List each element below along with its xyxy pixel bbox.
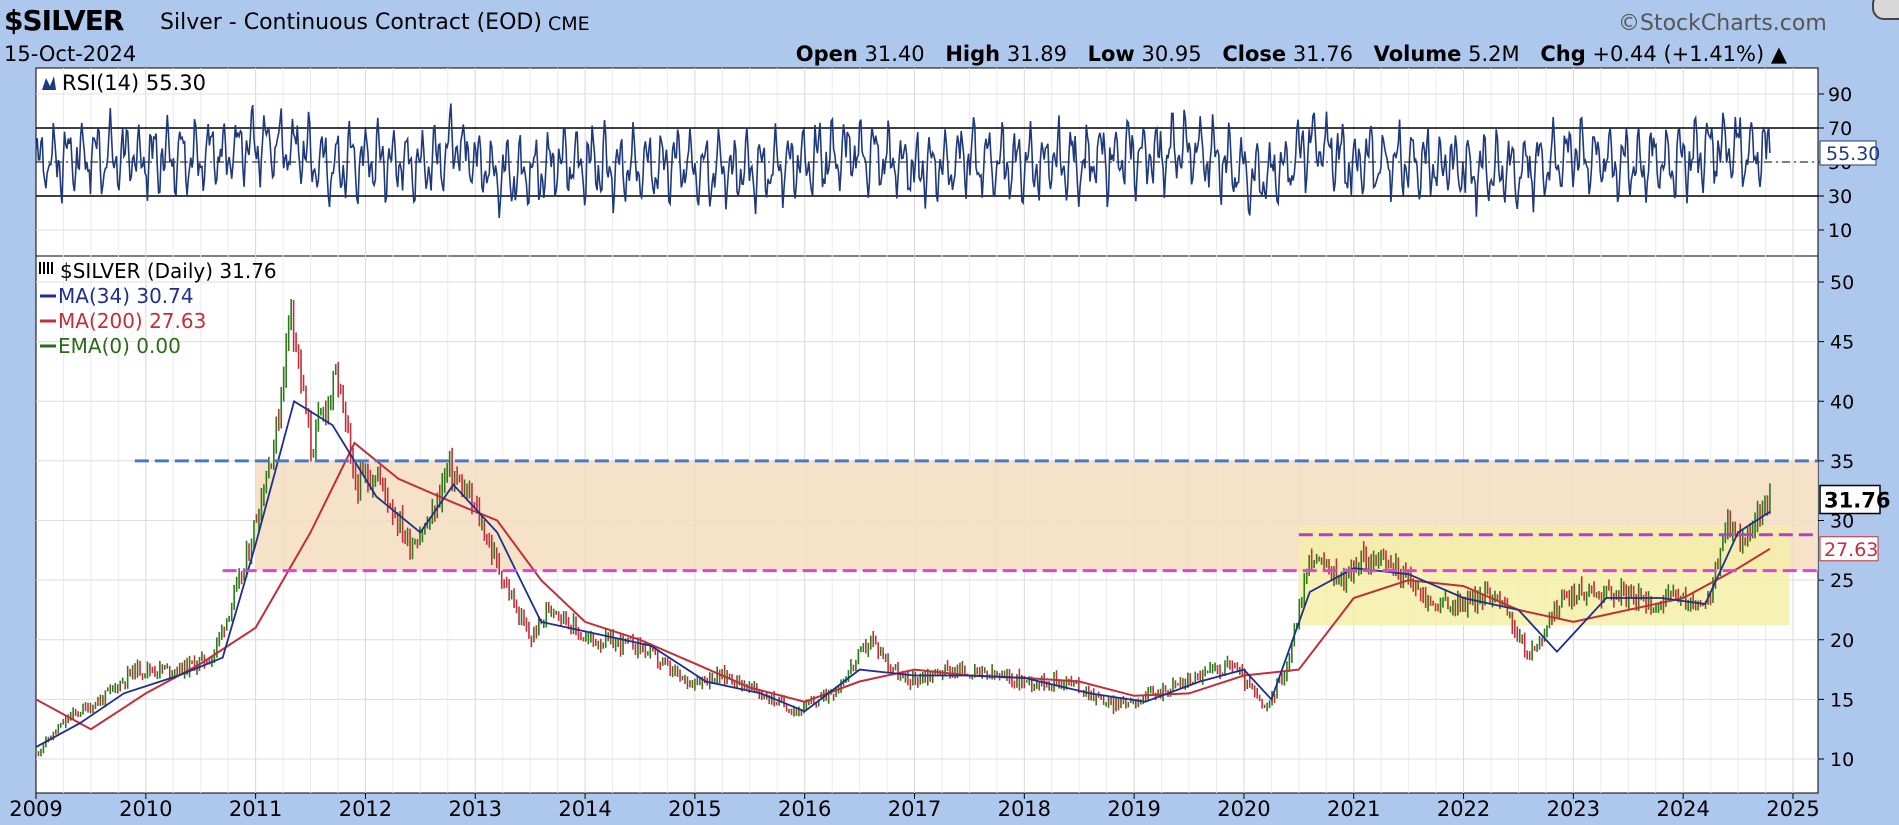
price-y-tick-label: 40 [1830,391,1854,413]
price-y-tick-label: 10 [1830,749,1854,771]
price-y-tick-label: 35 [1830,451,1854,473]
x-axis-year-label: 2025 [1766,797,1819,821]
x-axis-year-label: 2012 [339,797,392,821]
x-axis-year-label: 2022 [1437,797,1490,821]
price-legend-item: MA(34) 30.74 [58,284,194,308]
x-axis-year-label: 2024 [1656,797,1709,821]
rsi-y-tick-label: 10 [1828,220,1852,242]
x-axis-year-label: 2015 [668,797,721,821]
chart-canvas: 2009 2010 2011 2012 2013 2014 2015 2016 2017 2018… [9,67,1890,821]
x-axis-year-label: 2021 [1327,797,1380,821]
price-y-tick-label: 50 [1830,272,1854,294]
rsi-y-tick-label: 90 [1828,84,1852,106]
rsi-y-tick-label: 30 [1828,186,1852,208]
x-axis-year-label: 2023 [1547,797,1600,821]
rsi-y-tick-label: 70 [1828,118,1852,140]
price-y-tick-label: 25 [1830,570,1854,592]
close-value-tag-text: 31.76 [1824,489,1890,513]
x-axis-year-label: 2011 [229,797,282,821]
price-legend-item: MA(200) 27.63 [58,309,206,333]
price-y-tick-label: 20 [1830,630,1854,652]
ma200-value-tag-text: 27.63 [1824,539,1878,561]
x-axis-year-label: 2013 [449,797,502,821]
x-axis-year-label: 2014 [558,797,611,821]
price-legend-item: EMA(0) 0.00 [58,334,181,358]
price-y-tick-label: 15 [1830,689,1854,711]
x-axis-year-label: 2018 [998,797,1051,821]
x-axis-year-label: 2020 [1217,797,1270,821]
rsi-legend-text: RSI(14) 55.30 [62,71,206,95]
x-axis-year-label: 2009 [9,797,62,821]
x-axis-year-label: 2017 [888,797,941,821]
rsi-value-tag-text: 55.30 [1826,143,1880,165]
x-axis-year-label: 2016 [778,797,831,821]
x-axis-year-label: 2010 [119,797,172,821]
price-legend-item: $SILVER (Daily) 31.76 [60,259,277,283]
price-y-tick-label: 45 [1830,332,1854,354]
x-axis-year-label: 2019 [1107,797,1160,821]
